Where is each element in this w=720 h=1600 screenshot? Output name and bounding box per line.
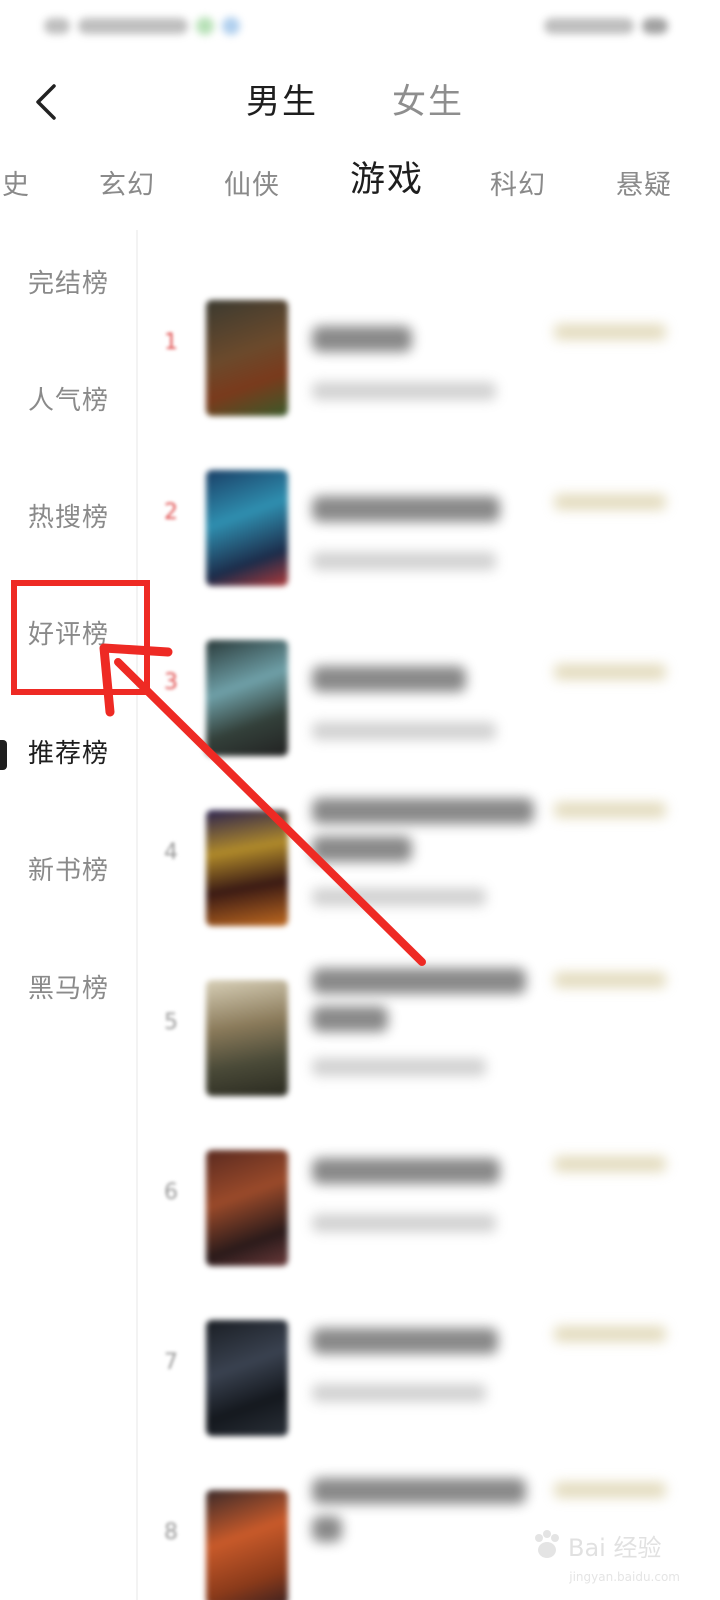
status-right [544,14,668,38]
status-left [44,14,240,38]
book-score [554,1482,666,1498]
rank-number: 8 [164,1520,178,1545]
category-tab-xianxia[interactable]: 仙侠 [224,166,280,206]
book-title-line2 [312,1516,342,1542]
sidebar-item-new-books[interactable]: 新书榜 [28,851,109,891]
annotation-highlight-box [11,580,150,695]
book-meta [312,552,496,570]
header: 男生 女生 [0,56,720,152]
book-title [312,666,466,692]
rank-number: 3 [164,670,178,695]
category-tab-fantasy[interactable]: 玄幻 [99,166,155,206]
book-score [554,494,666,510]
sidebar-item-hot-search[interactable]: 热搜榜 [28,498,109,538]
list-item[interactable]: 5 [140,940,720,1110]
book-title-line2 [312,836,412,862]
book-list: 1 2 3 4 5 6 7 8 [140,230,720,1600]
rank-number: 4 [164,840,178,865]
sidebar-item-dark-horse[interactable]: 黑马榜 [28,969,109,1009]
category-tab-game[interactable]: 游戏 [350,160,424,200]
category-tab-mystery[interactable]: 悬疑 [616,166,672,206]
book-cover [206,1150,288,1266]
book-cover [206,300,288,416]
book-meta [312,1384,486,1402]
active-indicator [0,740,7,770]
list-item[interactable]: 3 [140,600,720,770]
book-meta [312,1058,486,1076]
book-score [554,1326,666,1342]
book-score [554,802,666,818]
rank-number: 1 [164,330,178,355]
book-cover [206,1320,288,1436]
watermark-subtext: jingyan.baidu.com [569,1570,680,1584]
category-tab-scifi[interactable]: 科幻 [490,166,546,206]
book-cover [206,810,288,926]
rank-number: 7 [164,1350,178,1375]
book-title [312,1158,500,1184]
book-title [312,1478,526,1504]
book-score [554,1156,666,1172]
list-item[interactable]: 7 [140,1280,720,1450]
list-item[interactable]: 1 [140,260,720,430]
back-button[interactable] [22,74,72,130]
sidebar-item-popular[interactable]: 人气榜 [28,381,109,421]
category-tabs: 史 玄幻 仙侠 游戏 科幻 悬疑 [0,150,720,226]
status-bar [0,0,720,56]
chevron-left-icon [36,84,56,120]
book-title [312,1328,498,1354]
book-cover [206,980,288,1096]
category-tab-history[interactable]: 史 [2,166,30,206]
book-title-line2 [312,1006,388,1032]
paw-icon [535,1530,559,1558]
book-score [554,324,666,340]
book-meta [312,1214,496,1232]
book-cover [206,1490,288,1600]
sidebar-item-recommended[interactable]: 推荐榜 [28,734,109,774]
book-title [312,496,500,522]
watermark-text: Bai 经验 [568,1533,662,1562]
watermark: Bai 经验 jingyan.baidu.com [530,1520,680,1584]
tab-female[interactable]: 女生 [392,78,464,126]
book-meta [312,888,486,906]
tab-male[interactable]: 男生 [246,78,318,126]
list-item[interactable]: 4 [140,770,720,940]
rank-number: 2 [164,500,178,525]
book-title [312,968,526,994]
book-meta [312,722,496,740]
sidebar-item-completed[interactable]: 完结榜 [28,264,109,304]
rank-number: 5 [164,1010,178,1035]
book-cover [206,470,288,586]
ranking-sidebar: 完结榜 人气榜 热搜榜 好评榜 推荐榜 新书榜 黑马榜 [0,230,138,1600]
list-item[interactable]: 2 [140,430,720,600]
book-score [554,972,666,988]
rank-number: 6 [164,1180,178,1205]
book-meta [312,382,496,400]
book-score [554,664,666,680]
list-item[interactable]: 6 [140,1110,720,1280]
book-title [312,798,534,824]
book-cover [206,640,288,756]
book-title [312,326,412,352]
